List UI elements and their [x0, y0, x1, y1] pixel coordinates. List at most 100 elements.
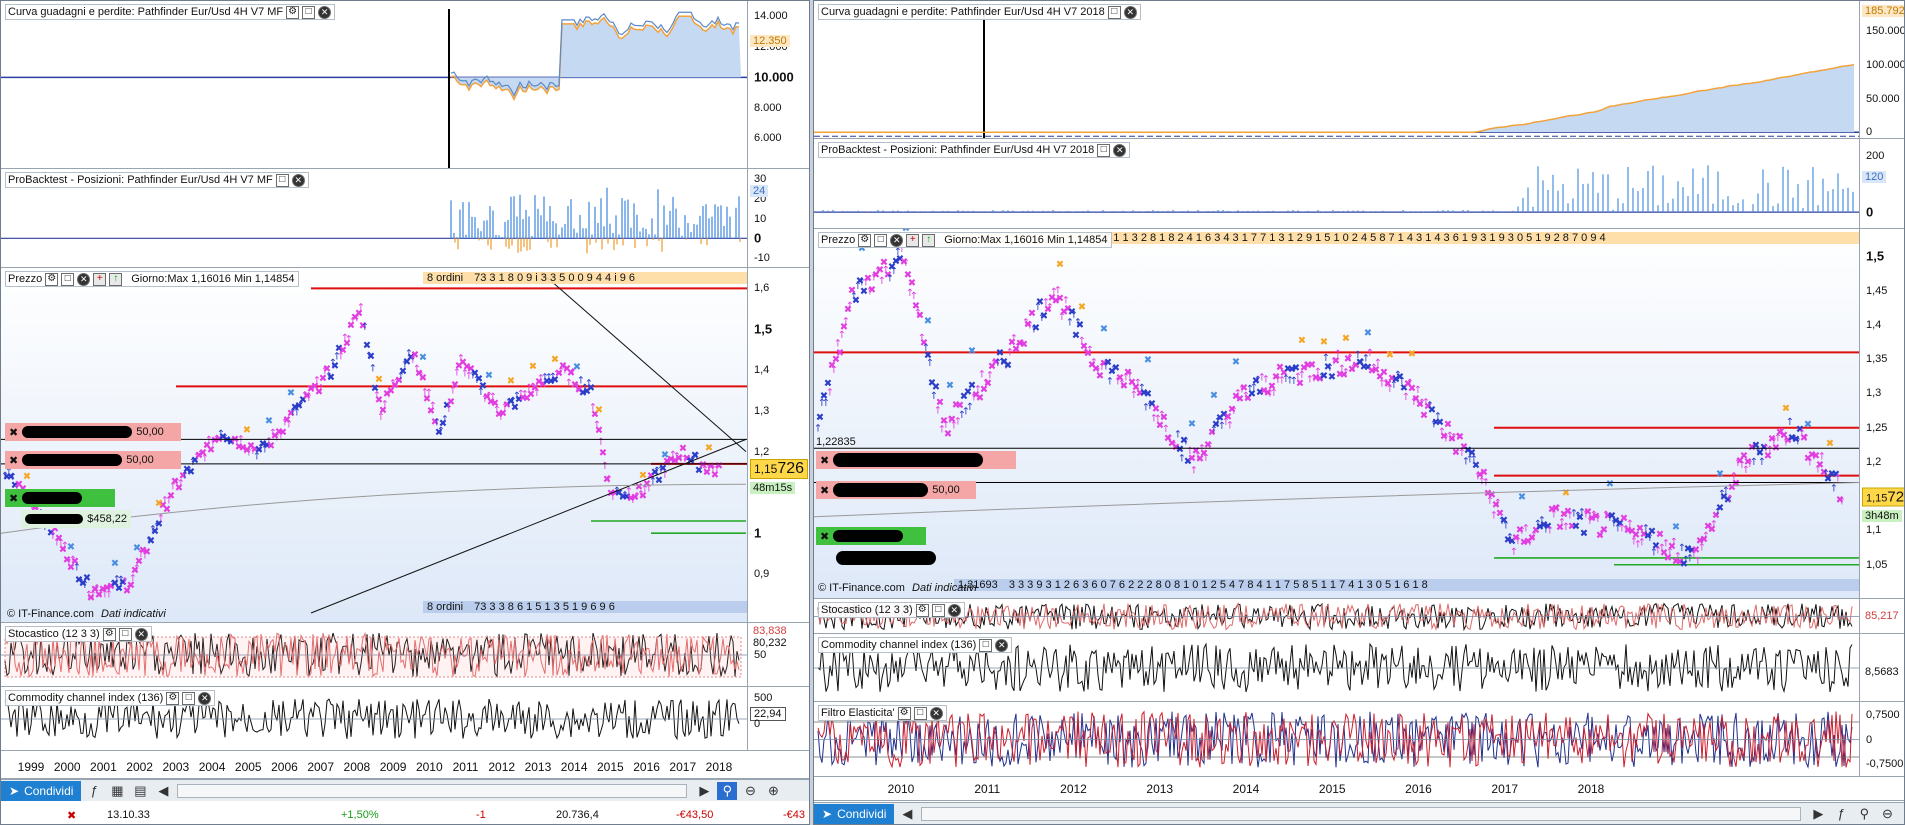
scroll-left-icon[interactable]: ◀ [153, 782, 173, 800]
window-icon[interactable]: □ [302, 5, 316, 19]
close-icon[interactable]: ✕ [1123, 5, 1137, 19]
y-axis: 30 20 10 0 -10 24 [747, 169, 809, 267]
wrench-icon[interactable]: ⚙ [166, 691, 180, 705]
window-icon[interactable]: □ [931, 603, 945, 617]
grid-icon[interactable]: ▦ [107, 782, 127, 800]
add-order-icon[interactable]: + [906, 233, 920, 247]
last-price-main: 1,15 [1866, 492, 1888, 505]
order-tag-1[interactable]: ✖ [816, 451, 1016, 469]
close-icon[interactable]: ✕ [198, 691, 212, 705]
x-tick-label: 2008 [343, 760, 371, 774]
trade-marker: ↑ [601, 461, 609, 472]
order-close-icon[interactable]: ✖ [820, 530, 829, 543]
close-icon[interactable]: ✕ [291, 173, 305, 187]
wrench-icon[interactable]: ⚙ [897, 706, 911, 720]
indicators-icon[interactable]: ƒ [84, 782, 104, 800]
order-close-icon[interactable]: ✖ [820, 484, 829, 497]
orders-strip-bottom[interactable]: 1,31693 3 3 3 9 3 1 2 6 3 6 0 7 6 2 2 2 … [954, 579, 1859, 591]
window-icon[interactable]: □ [979, 638, 993, 652]
horizontal-scrollbar[interactable] [177, 783, 688, 798]
trade-marker: ✖ [1580, 528, 1588, 539]
order-tag-3[interactable]: ✖ [5, 489, 115, 507]
trade-marker: ✖ [1004, 360, 1012, 371]
price-plot[interactable]: ↑✖↑✖↑✖↑✖↑✖↑✖↑✖↑✖↑✖↑✖↑✖↑✖↑✖↑✖↑✖↑✖↑✖↑✖↑✖↑✖… [1, 268, 747, 622]
close-icon[interactable]: ✕ [134, 627, 148, 641]
trade-marker: ✖ [932, 382, 940, 393]
window-icon[interactable]: □ [182, 691, 196, 705]
order-close-icon[interactable]: ✖ [9, 454, 18, 467]
wrench-icon[interactable]: ⚙ [102, 627, 116, 641]
order-marker: ✖ [1562, 488, 1570, 499]
arrow-up-icon[interactable]: ↑ [109, 272, 123, 286]
order-tag-4[interactable]: $458,22 [21, 510, 131, 528]
zoom-in-icon[interactable]: ⊕ [763, 782, 783, 800]
window-icon[interactable]: □ [118, 627, 132, 641]
order-tag-2[interactable]: ✖ 50,00 [816, 481, 976, 499]
zoom-out-icon[interactable]: ⊖ [740, 782, 760, 800]
panel-header: Curva guadagni e perdite: Pathfinder Eur… [5, 4, 336, 20]
scroll-right-icon[interactable]: ▶ [1808, 805, 1828, 823]
horizontal-scrollbar[interactable] [921, 806, 1802, 821]
close-icon[interactable]: ✕ [929, 706, 943, 720]
x-tick-label: 2016 [1405, 782, 1432, 796]
window-icon[interactable]: □ [1107, 5, 1121, 19]
scroll-right-icon[interactable]: ▶ [694, 782, 714, 800]
wrench-icon[interactable]: ⚙ [915, 603, 929, 617]
trade-marker: ↑ [1694, 556, 1702, 567]
trade-marker: ✖ [327, 372, 335, 383]
window-icon[interactable]: □ [1097, 143, 1111, 157]
y-tick-label: 100.000 [1866, 58, 1904, 71]
status-close-icon[interactable]: ✖ [67, 809, 76, 822]
window-icon[interactable]: □ [61, 272, 75, 286]
order-marker: ✖ [287, 388, 295, 399]
close-icon[interactable]: ✕ [995, 638, 1009, 652]
orders-strip-bottom[interactable]: 8 ordini 73 3 3 8 6 1 5 1 3 5 1 9 6 9 6 [423, 601, 748, 613]
add-order-icon[interactable]: + [93, 272, 107, 286]
wrench-icon[interactable]: ⚙ [858, 233, 872, 247]
share-button[interactable]: ➤ Condividi [1, 780, 82, 801]
trade-marker: ↑ [381, 400, 389, 411]
order-tag-2[interactable]: ✖ 50,00 [5, 451, 181, 469]
y-tick-label: 150.000 [1866, 25, 1904, 38]
equity-curve-panel: Curva guadagni e perdite: Pathfinder Eur… [814, 1, 1904, 139]
cci-panel: Commodity channel index (136) □ ✕ 8,5683 [814, 634, 1904, 702]
order-close-icon[interactable]: ✖ [9, 492, 18, 505]
window-icon[interactable]: □ [275, 173, 289, 187]
zoom-fit-icon[interactable]: ⚲ [717, 781, 738, 800]
trade-marker: ↑ [1786, 417, 1794, 428]
y-tick-label: 1,4 [1866, 318, 1882, 331]
order-tag-1[interactable]: ✖ 50,00 [5, 423, 181, 441]
orders-strip-top[interactable]: 8 ordini 73 3 1 8 0 9 i 3 3 5 0 0 9 4 4 … [423, 272, 748, 284]
scroll-left-icon[interactable]: ◀ [897, 805, 917, 823]
last-price-main: 1,15 [754, 462, 778, 476]
close-icon[interactable]: ✕ [1113, 143, 1127, 157]
window-icon[interactable]: □ [874, 233, 888, 247]
order-tag-3[interactable]: ✖ [816, 527, 926, 545]
share-button[interactable]: ➤ Condividi [814, 803, 895, 824]
wrench-icon[interactable]: ⚙ [286, 5, 300, 19]
order-marker: ✖ [529, 362, 537, 373]
order-close-icon[interactable]: ✖ [820, 454, 829, 467]
order-close-icon[interactable]: ✖ [9, 426, 18, 439]
order-marker: ✖ [1320, 337, 1328, 348]
close-icon[interactable]: ✕ [890, 233, 904, 247]
layout-icon[interactable]: ▤ [130, 782, 150, 800]
x-tick-label: 2018 [1577, 782, 1605, 796]
zoom-out-icon[interactable]: ⊖ [1877, 805, 1897, 823]
arrow-up-icon[interactable]: ↑ [922, 233, 936, 247]
zoom-fit-icon[interactable]: ⚲ [1854, 805, 1874, 823]
order-marker: ✖ [23, 471, 31, 482]
close-icon[interactable]: ✕ [318, 5, 332, 19]
close-icon[interactable]: ✕ [77, 272, 91, 286]
order-marker: ✖ [485, 371, 493, 382]
indicators-icon[interactable]: ƒ [1831, 805, 1851, 823]
close-icon[interactable]: ✕ [947, 603, 961, 617]
window-icon[interactable]: □ [913, 706, 927, 720]
panel-header: Commodity channel index (136) □ ✕ [818, 637, 1013, 653]
trade-marker: ↑ [285, 419, 293, 430]
price-plot[interactable]: ↑✖↑✖↑✖↑✖↑✖↑✖↑✖↑✖↑✖↑✖↑✖↑✖↑✖↑✖↑✖↑✖↑✖↑✖↑✖↑✖… [814, 229, 1859, 598]
trade-marker: ↑ [826, 387, 834, 398]
order-status-row[interactable]: ✖ 13.10.33 +1,50% -1 20.736,4 -€43,50 -€… [1, 804, 809, 824]
y-axis: 8,5683 [1859, 634, 1904, 701]
wrench-icon[interactable]: ⚙ [45, 272, 59, 286]
